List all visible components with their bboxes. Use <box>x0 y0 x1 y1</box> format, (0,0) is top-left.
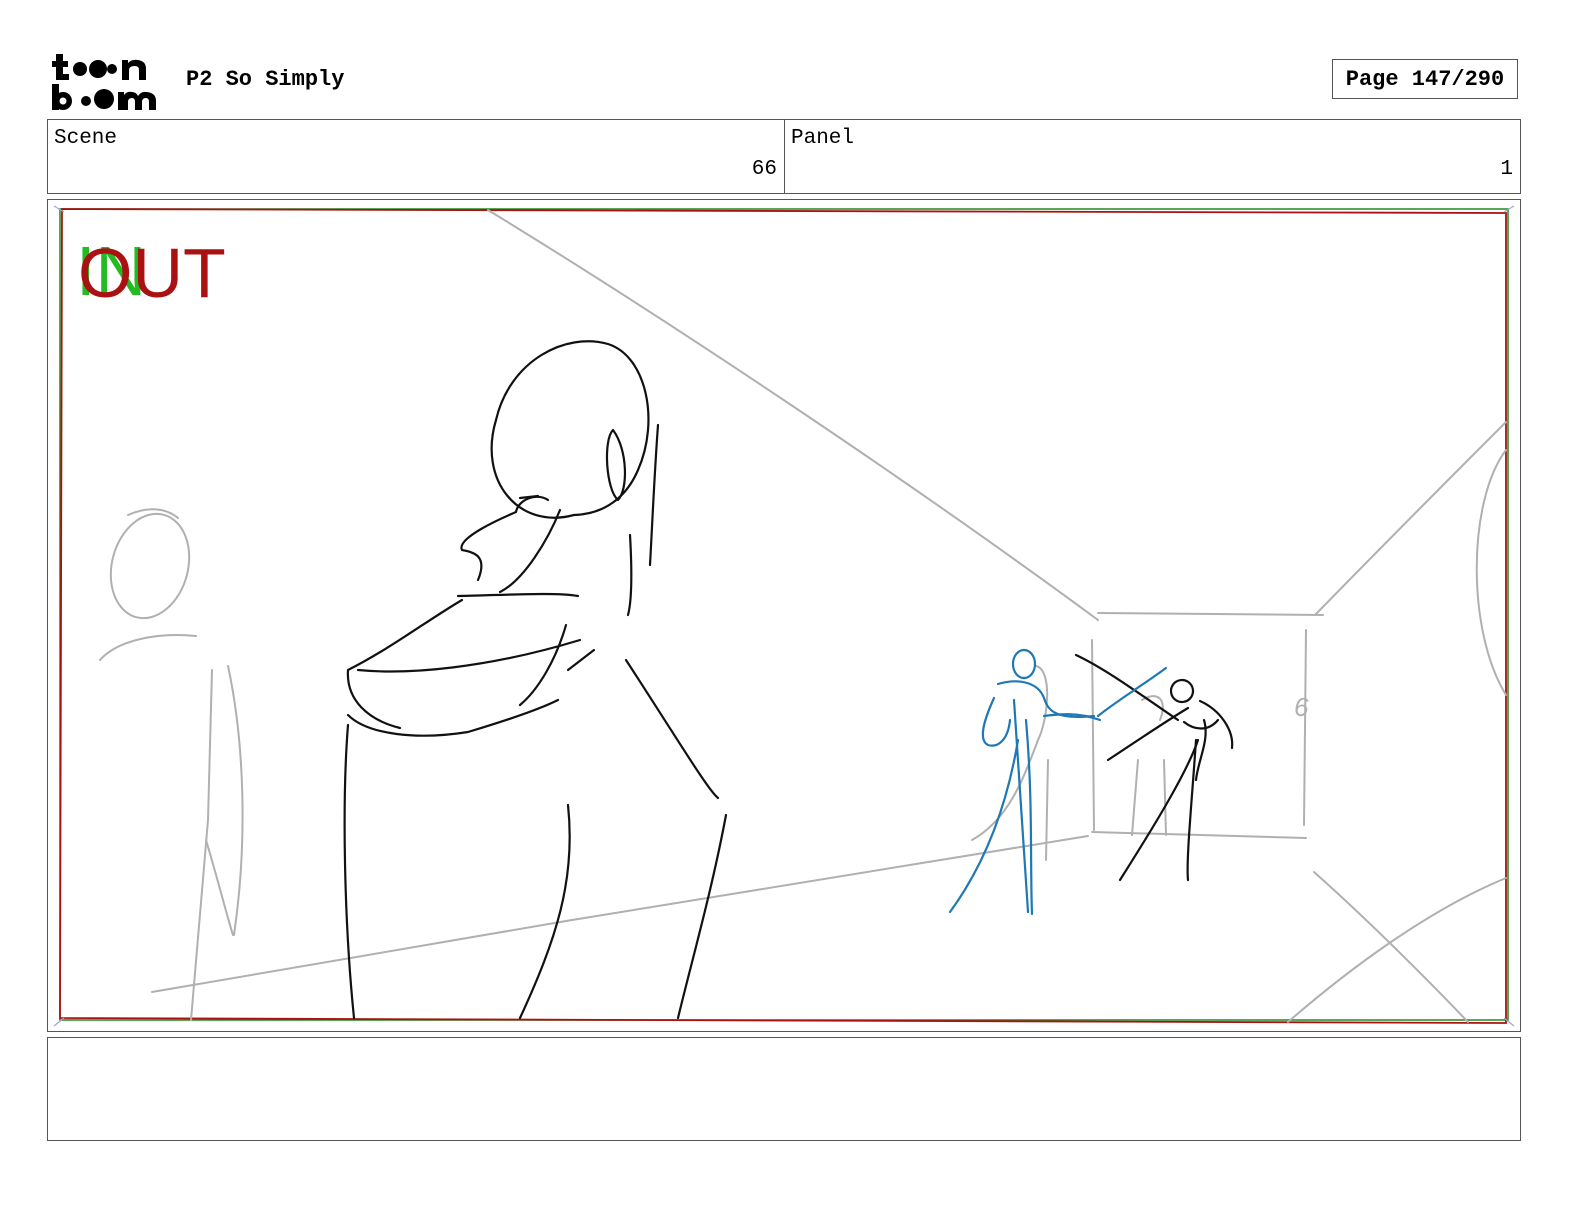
toon-boom-logo <box>52 54 156 110</box>
panel-cell: Panel 1 <box>785 120 1520 193</box>
scene-label: Scene <box>54 127 118 150</box>
frame-corner-marks <box>53 205 1515 1027</box>
panel-drawing: IN OUT 6 <box>53 205 1515 1027</box>
foreground-character-sketch <box>343 340 1234 1020</box>
project-title: P2 So Simply <box>186 67 345 92</box>
page-indicator: Page 147/290 <box>1332 59 1518 99</box>
background-sketch: 6 <box>99 209 1507 1023</box>
safe-frame-red <box>59 208 1507 1024</box>
panel-number: 1 <box>1500 158 1513 181</box>
scene-cell: Scene 66 <box>48 120 785 193</box>
sketch-digit: 6 <box>1294 692 1309 722</box>
storyboard-panel: IN OUT 6 <box>47 199 1521 1032</box>
scene-panel-info: Scene 66 Panel 1 <box>47 119 1521 194</box>
scene-number: 66 <box>751 158 777 181</box>
out-marker: OUT <box>78 234 226 312</box>
panel-label: Panel <box>791 127 855 150</box>
panel-notes <box>47 1037 1521 1141</box>
blue-character-sketch <box>948 648 1168 916</box>
